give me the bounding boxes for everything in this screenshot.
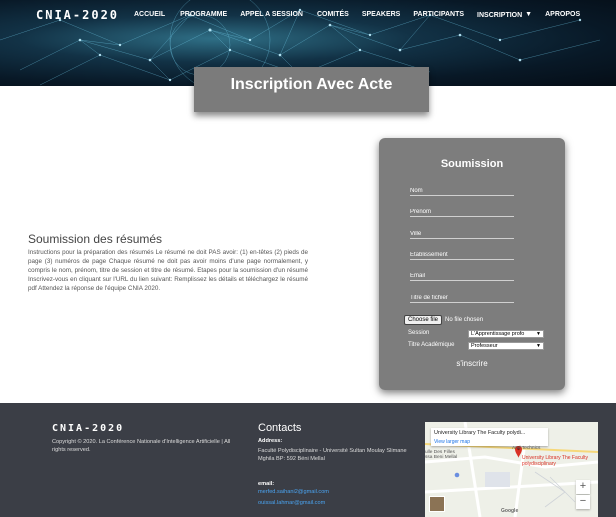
page-title: Inscription Avec Acte [230,76,393,93]
section-body: Instructions pour la préparation des rés… [28,249,308,293]
address-label: Address: [258,438,283,444]
session-select-value: L'Apprentissage profo [471,331,525,337]
map-label-left: ulle Des Filles ssa Beni Mellal [425,450,458,460]
address-text: Faculté Polydisciplinaire - Université S… [258,448,407,462]
titre-fichier-field[interactable] [410,293,514,303]
map-place-name: University Library The Faculty polydi... [434,430,526,436]
page: CNIA-2020 ACCUEIL PROGRAMME APPEL A SESS… [0,0,616,517]
zoom-in-button[interactable]: + [576,480,590,494]
site-logo[interactable]: CNIA-2020 [36,8,119,22]
email-link-1[interactable]: merfed.saihani2@gmail.com [258,489,329,495]
top-navbar: CNIA-2020 ACCUEIL PROGRAMME APPEL A SESS… [0,0,616,30]
street-view-thumbnail[interactable] [429,496,445,512]
section-title: Soumission des résumés [28,232,163,246]
embedded-map[interactable]: University Library The Faculty polydi...… [425,422,598,517]
dropdown-arrow-icon: ▼ [536,331,541,337]
nav-item-inscription-label: INSCRIPTION [477,12,523,19]
footer-copyright: Copyright © 2020. La Conférence National… [52,439,231,453]
nom-field[interactable] [410,186,514,196]
google-logo: Google [501,508,519,514]
nav-item-apropos[interactable]: APROPOS [545,11,580,19]
nav-item-inscription[interactable]: INSCRIPTION ▼ [477,11,532,19]
nav-item-appel-a-session[interactable]: APPEL A SESSION [240,11,303,19]
titre-academique-select[interactable]: Professeur ▼ [468,342,544,350]
session-label: Session [408,330,430,336]
choose-file-button[interactable]: Choose file [404,315,443,325]
email-field[interactable] [410,271,514,281]
email-link-2[interactable]: ouissal.lahmar@gmail.com [258,500,325,506]
submit-button[interactable]: s'inscrire [379,359,565,368]
dropdown-arrow-icon: ▼ [536,343,541,349]
titre-academique-select-value: Professeur [471,343,498,349]
zoom-out-button[interactable]: − [576,495,590,509]
footer-brand: CNIA-2020 [52,423,125,434]
contacts-title: Contacts [258,422,302,434]
email-label: email: [258,481,275,487]
submission-form: Soumission Choose file No file chosen Se… [379,138,565,390]
file-upload: Choose file No file chosen [404,315,483,325]
nav-item-programme[interactable]: PROGRAMME [180,11,227,19]
nav-item-comites[interactable]: COMITÉS [317,11,349,19]
ville-field[interactable] [410,229,514,239]
nav-item-speakers[interactable]: SPEAKERS [362,11,401,19]
prenom-field[interactable] [410,207,514,217]
view-larger-map-link[interactable]: View larger map [434,439,470,445]
map-pin-label: University Library The Faculty polydisci… [522,455,589,467]
nav-item-participants[interactable]: PARTICIPANTS [413,11,464,19]
nav-item-accueil[interactable]: ACCUEIL [134,11,165,19]
map-info-card: University Library The Faculty polydi...… [431,428,548,446]
caret-down-icon: ▼ [525,11,533,18]
form-title: Soumission [440,158,504,170]
nav-menu: ACCUEIL PROGRAMME APPEL A SESSION COMITÉ… [134,11,580,19]
etablissement-field[interactable] [410,250,514,260]
map-label-and-technics: And Technics [512,446,541,451]
session-select[interactable]: L'Apprentissage profo ▼ [468,330,544,338]
file-status: No file chosen [445,317,484,323]
titre-academique-label: Titre Académique [408,342,455,348]
